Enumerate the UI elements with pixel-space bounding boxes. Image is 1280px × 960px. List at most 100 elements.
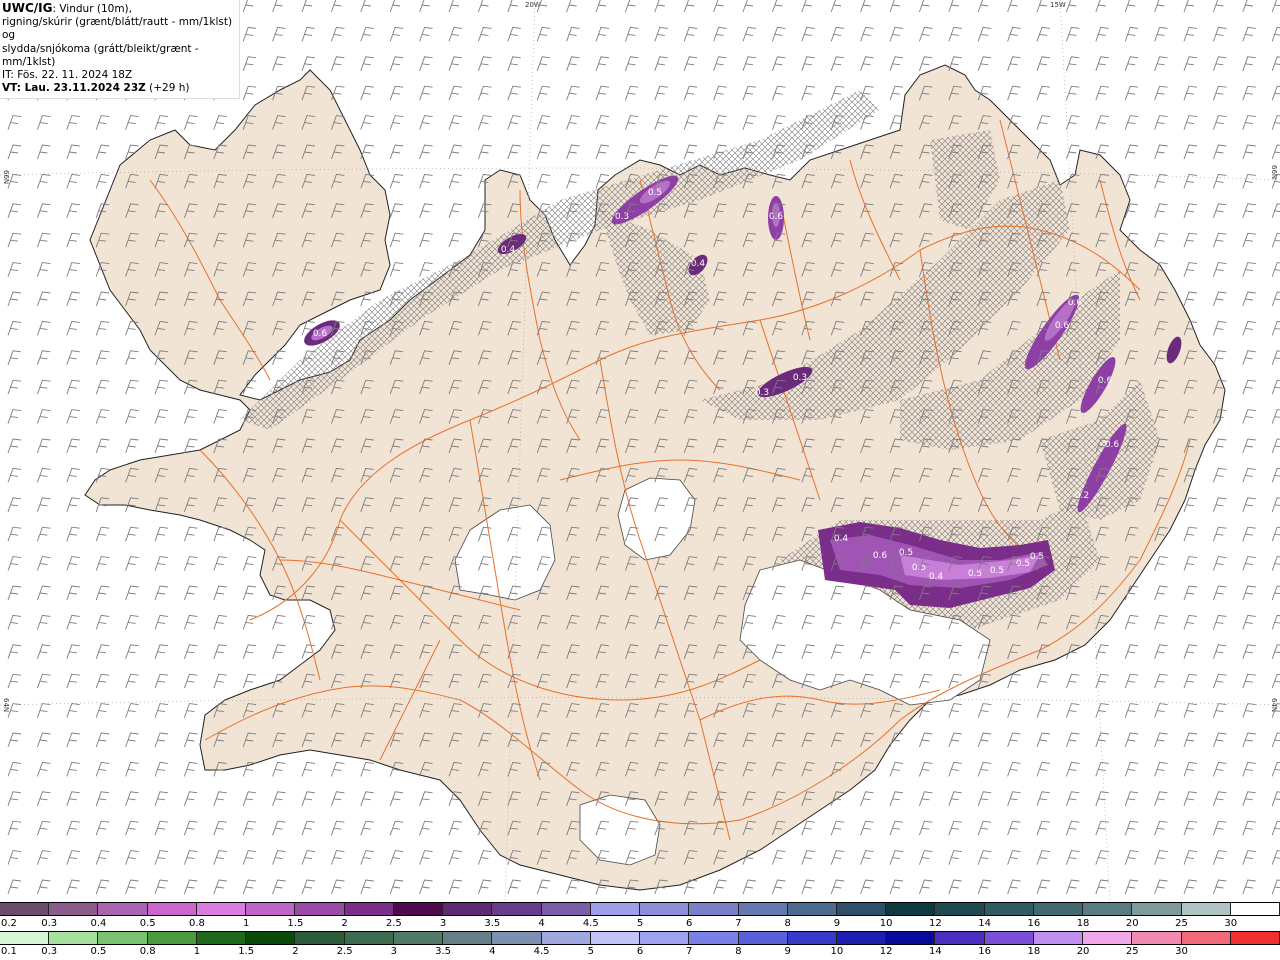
legend-swatch [1083, 932, 1133, 944]
legend-label: 12 [929, 918, 942, 929]
precip-label: 0.6 [873, 551, 888, 561]
legend-label: 18 [1076, 918, 1090, 929]
legend-label: 14 [978, 918, 991, 929]
valid-time: VT: Lau. 23.11.2024 23Z [2, 82, 146, 95]
precip-label: 0.6 [1105, 440, 1120, 450]
legend-swatch [541, 932, 591, 944]
legend-swatch [1230, 903, 1280, 915]
legend-label: 0.2 [1, 918, 17, 929]
legend-label: 7 [686, 946, 693, 957]
product-name: UWC/IG [2, 1, 53, 15]
legend-label: 25 [1175, 918, 1188, 929]
weather-map: 0.4 0.5 0.3 0.6 0.4 0.6 0.3 0.3 0.6 0.6 … [0, 0, 1280, 902]
precip-label: 0.6 [769, 212, 784, 222]
legend-label: 25 [1125, 946, 1139, 957]
header-line1: : Vindur (10m), [52, 3, 132, 15]
legend-swatch [836, 903, 887, 915]
legend-label: 2 [292, 946, 299, 957]
legend-label: 5 [636, 918, 644, 929]
legend-swatch [886, 932, 936, 944]
precip-label: 0.5 [912, 563, 926, 573]
legend-label: 0.3 [41, 946, 58, 957]
legend-swatch [640, 932, 690, 944]
legend-label: 1.5 [238, 946, 255, 957]
lat-label-left-lower: 64N [2, 698, 10, 712]
legend-swatch [1083, 903, 1133, 915]
legend-swatch [246, 932, 296, 944]
legend-label: 10 [830, 946, 844, 957]
legend-label: 0.8 [139, 946, 156, 957]
legend-label: 14 [929, 946, 942, 957]
lat-label-right-upper: 66N [1270, 165, 1278, 179]
legend-swatch [1181, 932, 1231, 944]
legend-swatch [492, 903, 542, 915]
legend-label: 12 [879, 946, 893, 957]
legend-label: 18 [1027, 946, 1041, 957]
legend-label: 30 [1224, 918, 1238, 929]
legend-label: 3.5 [484, 918, 501, 929]
legend-label: 3 [439, 918, 447, 929]
lon-label-15w: 15W [1050, 1, 1066, 9]
precip-label: 0.5 [899, 548, 913, 558]
legend-swatch [295, 932, 345, 944]
legend-label: 20 [1076, 946, 1090, 957]
legend-swatch [689, 903, 739, 915]
legend-label: 0.4 [90, 918, 107, 929]
legend-swatch [295, 903, 345, 915]
legend-swatch [590, 932, 641, 944]
legend-swatch [738, 903, 788, 915]
precip-label: 0.4 [929, 572, 944, 582]
legend-swatch [590, 903, 641, 915]
legend-swatch [738, 932, 788, 944]
legend-swatch [98, 903, 148, 915]
legend-swatch [196, 932, 247, 944]
legend-label: 4.5 [582, 918, 599, 929]
legend-label: 10 [879, 918, 893, 929]
legend-label: 30 [1175, 946, 1188, 957]
legend-label: 16 [1027, 918, 1041, 929]
legend-label: 0.8 [188, 918, 205, 929]
legend-swatch [49, 903, 99, 915]
legend-label: 0.3 [41, 918, 58, 929]
valid-time-line: VT: Lau. 23.11.2024 23Z (+29 h) [2, 82, 239, 95]
legend-swatch [492, 932, 542, 944]
legend-label: 20 [1125, 918, 1139, 929]
legend-swatch [541, 903, 591, 915]
legend-label: 1.5 [287, 918, 304, 929]
legend-label: 0.5 [139, 918, 156, 929]
legend-label: 1 [242, 918, 250, 929]
lat-label-left-upper: 66N [2, 170, 10, 184]
legend-label: 2 [341, 918, 348, 929]
legend-swatch [147, 903, 197, 915]
legend-swatch [0, 903, 50, 915]
legend-swatch [393, 903, 444, 915]
legend-swatch [984, 932, 1034, 944]
legend-swatch [443, 903, 493, 915]
legend-label: 3.5 [435, 946, 452, 957]
snow-legend-bar [0, 902, 1280, 916]
legend-swatch [886, 903, 936, 915]
precip-label: 0.3 [793, 373, 807, 383]
legend-label: 0.5 [90, 946, 107, 957]
legend-label: 2.5 [385, 918, 402, 929]
legend-swatch [49, 932, 99, 944]
legend-label: 6 [636, 946, 644, 957]
legend-label: 8 [784, 918, 791, 929]
legend-swatch [98, 932, 148, 944]
legend-swatch [689, 932, 739, 944]
legend-label: 3 [390, 946, 398, 957]
legend-label: 1 [193, 946, 201, 957]
snow-legend-labels: 0.2 0.3 0.4 0.5 0.8 1 1.5 2 2.5 3 3.5 4 4.5 5 6 7 8 9 10 12… [0, 917, 1280, 931]
legend-label: 5 [587, 946, 594, 957]
legend-label: 4.5 [533, 946, 550, 957]
rain-legend-labels: 0.1 0.3 0.5 0.8 1 1.5 2 2.5 3 3.5 4 4.5 5 6 7 8 9 10 12 14 1… [0, 945, 1280, 959]
legend-label: 8 [735, 946, 742, 957]
legend-swatch [836, 932, 887, 944]
legend-swatch [1033, 903, 1084, 915]
init-time: IT: Fös. 22. 11. 2024 18Z [2, 69, 133, 82]
map-header: UWC/IG: Vindur (10m), rigning/skúrir (gr… [0, 0, 240, 100]
valid-offset: (+29 h) [145, 82, 190, 95]
legend-label: 7 [735, 918, 742, 929]
legend-swatch [196, 903, 247, 915]
precip-label: 0.3 [755, 388, 769, 398]
